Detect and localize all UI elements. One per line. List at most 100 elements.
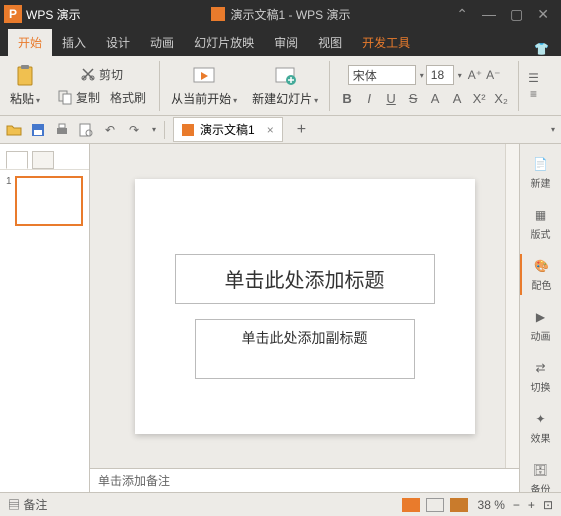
thumbnail-view-tabs bbox=[0, 144, 89, 170]
slide-thumbnail[interactable] bbox=[15, 176, 83, 226]
tab-start[interactable]: 开始 bbox=[8, 29, 52, 56]
slide-number: 1 bbox=[6, 176, 12, 226]
tab-animation[interactable]: 动画 bbox=[140, 29, 184, 56]
sidepane-animation[interactable]: ▶ 动画 bbox=[520, 305, 561, 346]
new-tab-button[interactable]: + bbox=[291, 121, 312, 139]
sidepane-color[interactable]: 🎨 配色 bbox=[520, 254, 561, 295]
increase-font-icon[interactable]: A⁺ bbox=[468, 68, 482, 82]
tab-design[interactable]: 设计 bbox=[96, 29, 140, 56]
close-tab-icon[interactable]: × bbox=[267, 123, 274, 137]
notes-toggle[interactable]: ▤ 备注 bbox=[8, 496, 47, 513]
undo-icon[interactable]: ↶ bbox=[102, 122, 118, 138]
format-painter-button[interactable]: 格式刷 bbox=[106, 87, 150, 108]
bold-button[interactable]: B bbox=[339, 91, 355, 106]
paste-label: 粘贴 bbox=[10, 92, 34, 106]
notes-toggle-label: 备注 bbox=[23, 498, 47, 512]
zoom-out-icon[interactable]: − bbox=[513, 498, 520, 512]
subtitle-placeholder[interactable]: 单击此处添加副标题 bbox=[195, 319, 415, 379]
ribbon: 粘贴▾ 剪切 复制 格式刷 从当前开始▾ 新建幻灯片▾ ▾ ▾ A⁺ A⁻ B … bbox=[0, 56, 561, 116]
ribbon-collapse-icon[interactable]: ⌃ bbox=[456, 6, 468, 23]
thumbnail-tab-outline[interactable] bbox=[32, 151, 54, 169]
window-controls: ⌃ — ▢ ✕ bbox=[456, 6, 557, 23]
cut-label: 剪切 bbox=[99, 66, 123, 83]
window-title: 演示文稿1 - WPS 演示 bbox=[210, 6, 350, 23]
highlight-button[interactable]: A bbox=[449, 91, 465, 106]
tab-view[interactable]: 视图 bbox=[308, 29, 352, 56]
tab-overflow-icon[interactable]: ▾ bbox=[551, 125, 555, 134]
notes-pane[interactable]: 单击添加备注 bbox=[90, 468, 519, 492]
strike-button[interactable]: S bbox=[405, 91, 421, 106]
copy-label: 复制 bbox=[76, 89, 100, 106]
copy-icon bbox=[57, 89, 73, 105]
font-name-input[interactable] bbox=[348, 65, 416, 85]
superscript-button[interactable]: X² bbox=[471, 91, 487, 106]
document-tab[interactable]: 演示文稿1 × bbox=[173, 117, 283, 142]
sidepane-transition[interactable]: ⇄ 切换 bbox=[520, 356, 561, 397]
align-icon[interactable]: ≡ bbox=[530, 87, 537, 101]
play-icon bbox=[192, 64, 216, 88]
sidepane-effect[interactable]: ✦ 效果 bbox=[520, 407, 561, 448]
separator bbox=[159, 61, 160, 111]
zoom-in-icon[interactable]: + bbox=[528, 498, 535, 512]
paragraph-group: ☰ ≡ bbox=[524, 69, 543, 103]
paste-button[interactable]: 粘贴▾ bbox=[4, 62, 46, 109]
underline-button[interactable]: U bbox=[383, 91, 399, 106]
vertical-scrollbar[interactable] bbox=[505, 144, 519, 468]
print-icon[interactable] bbox=[54, 122, 70, 138]
document-title: 演示文稿1 - WPS 演示 bbox=[230, 6, 350, 23]
font-color-button[interactable]: A bbox=[427, 91, 443, 106]
view-sorter-icon[interactable] bbox=[426, 498, 444, 512]
sidepane-animation-label: 动画 bbox=[531, 328, 551, 343]
redo-icon[interactable]: ↷ bbox=[126, 122, 142, 138]
fit-window-icon[interactable]: ⊡ bbox=[543, 498, 553, 512]
cut-button[interactable]: 剪切 bbox=[76, 64, 127, 85]
title-placeholder[interactable]: 单击此处添加标题 bbox=[175, 254, 435, 304]
sidepane-new-label: 新建 bbox=[531, 175, 551, 190]
zoom-value: 38 % bbox=[478, 498, 505, 512]
font-size-input[interactable] bbox=[426, 65, 454, 85]
minimize-icon[interactable]: — bbox=[482, 6, 496, 23]
sidepane-layout[interactable]: ▦ 版式 bbox=[520, 203, 561, 244]
from-current-button[interactable]: 从当前开始▾ bbox=[165, 62, 243, 109]
skin-icon[interactable]: 👕 bbox=[522, 42, 561, 56]
font-name-dropdown-icon[interactable]: ▾ bbox=[420, 71, 424, 80]
task-pane: 📄 新建 ▦ 版式 🎨 配色 ▶ 动画 ⇄ 切换 ✦ 效果 🗄 备份 bbox=[519, 144, 561, 492]
tab-review[interactable]: 审阅 bbox=[264, 29, 308, 56]
slide-canvas[interactable]: 单击此处添加标题 单击此处添加副标题 bbox=[135, 179, 475, 434]
new-slide-label: 新建幻灯片 bbox=[252, 92, 312, 106]
thumbnail-tab-slides[interactable] bbox=[6, 151, 28, 169]
qat-expand-icon[interactable]: ▾ bbox=[152, 125, 156, 134]
bullets-icon[interactable]: ☰ bbox=[528, 71, 539, 85]
subscript-button[interactable]: X₂ bbox=[493, 91, 509, 106]
animation-icon: ▶ bbox=[532, 308, 550, 326]
close-icon[interactable]: ✕ bbox=[537, 6, 549, 23]
save-icon[interactable] bbox=[30, 122, 46, 138]
separator bbox=[164, 121, 165, 139]
tab-slideshow[interactable]: 幻灯片放映 bbox=[184, 29, 264, 56]
decrease-font-icon[interactable]: A⁻ bbox=[486, 68, 500, 82]
maximize-icon[interactable]: ▢ bbox=[510, 6, 523, 23]
copy-button[interactable]: 复制 bbox=[53, 87, 104, 108]
sidepane-layout-label: 版式 bbox=[531, 226, 551, 241]
tab-dev[interactable]: 开发工具 bbox=[352, 29, 420, 56]
print-preview-icon[interactable] bbox=[78, 122, 94, 138]
view-normal-icon[interactable] bbox=[402, 498, 420, 512]
sidepane-color-label: 配色 bbox=[532, 277, 552, 292]
view-slideshow-icon[interactable] bbox=[450, 498, 468, 512]
document-tab-name: 演示文稿1 bbox=[200, 121, 255, 138]
palette-icon: 🎨 bbox=[533, 257, 551, 275]
tab-insert[interactable]: 插入 bbox=[52, 29, 96, 56]
font-size-dropdown-icon[interactable]: ▾ bbox=[458, 71, 462, 80]
workspace: 1 单击此处添加标题 单击此处添加副标题 单击添加备注 📄 新建 ▦ 版式 🎨 … bbox=[0, 144, 561, 492]
open-icon[interactable] bbox=[6, 122, 22, 138]
quick-access-toolbar: ↶ ↷ ▾ 演示文稿1 × + ▾ bbox=[0, 116, 561, 144]
app-logo-icon: P bbox=[4, 5, 22, 23]
clipboard-group: 剪切 复制 格式刷 bbox=[49, 62, 154, 110]
clipboard-icon bbox=[13, 64, 37, 88]
zoom-controls: 38 % − + ⊡ bbox=[478, 498, 553, 512]
sidepane-new[interactable]: 📄 新建 bbox=[520, 152, 561, 193]
new-slide-button[interactable]: 新建幻灯片▾ bbox=[246, 62, 324, 109]
ribbon-tabs: 开始 插入 设计 动画 幻灯片放映 审阅 视图 开发工具 👕 bbox=[0, 28, 561, 56]
italic-button[interactable]: I bbox=[361, 91, 377, 106]
presentation-icon bbox=[182, 124, 194, 136]
